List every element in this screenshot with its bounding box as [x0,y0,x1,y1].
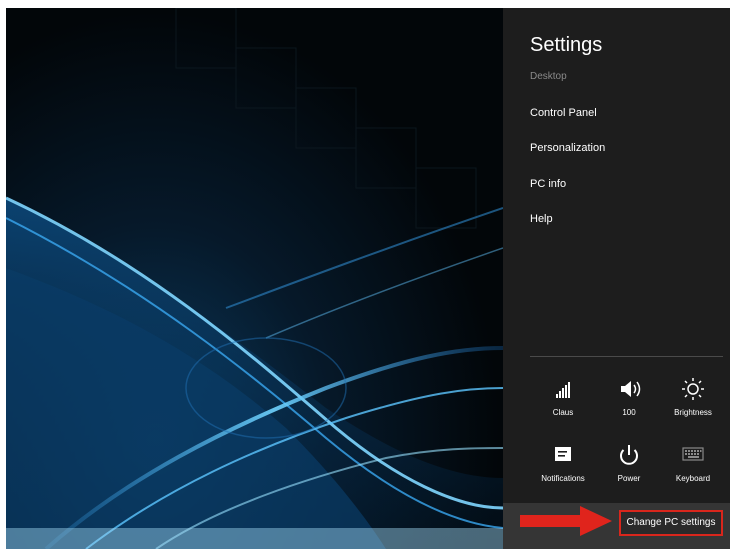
brightness-tile[interactable]: Brightness [661,376,725,432]
power-icon [620,445,638,465]
menu-item-pc-info[interactable]: PC info [530,178,566,190]
notifications-tile[interactable]: Notifications [531,442,595,498]
wallpaper-art [6,8,503,549]
notifications-icon [555,447,571,461]
network-label: Claus [552,408,574,417]
keyboard-icon [682,447,704,461]
pane-subtitle: Desktop [530,71,567,82]
volume-tile[interactable]: 100 [597,376,661,432]
volume-icon [621,381,641,397]
menu-item-help[interactable]: Help [530,213,553,225]
pane-title: Settings [530,34,603,56]
power-tile[interactable]: Power [597,442,661,498]
power-label: Power [617,474,641,483]
desktop-wallpaper [6,8,503,549]
brightness-icon [682,378,704,400]
change-pc-settings-button[interactable]: Change PC settings [619,510,723,536]
settings-charm-pane: Settings Desktop Control Panel Personali… [503,8,730,549]
keyboard-label: Keyboard [675,474,711,483]
network-tile[interactable]: Claus [531,376,595,432]
volume-label: 100 [622,408,636,417]
network-signal-icon [556,382,570,398]
notifications-label: Notifications [541,474,585,483]
red-arrow-annotation [520,506,612,536]
brightness-label: Brightness [674,408,712,417]
keyboard-tile[interactable]: Keyboard [661,442,725,498]
menu-item-personalization[interactable]: Personalization [530,142,605,154]
divider [530,356,723,357]
menu-item-control-panel[interactable]: Control Panel [530,107,597,119]
